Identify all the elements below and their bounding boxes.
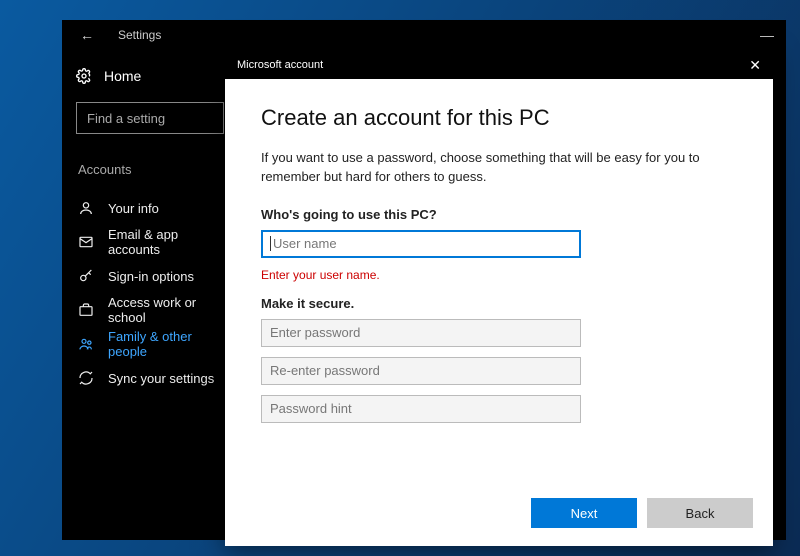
settings-sidebar: Home Find a setting Accounts Your info E… [62, 50, 242, 395]
username-error: Enter your user name. [261, 268, 737, 282]
account-dialog: Microsoft account ✕ Create an account fo… [225, 51, 773, 546]
briefcase-icon [78, 302, 94, 318]
home-label: Home [104, 68, 141, 84]
password-field[interactable]: Enter password [261, 319, 581, 347]
dialog-body: Create an account for this PC If you wan… [225, 79, 773, 498]
sidebar-item-sync[interactable]: Sync your settings [76, 361, 228, 395]
settings-title: Settings [118, 28, 161, 42]
next-button[interactable]: Next [531, 498, 637, 528]
dialog-title: Microsoft account [237, 59, 323, 71]
sidebar-item-label: Sync your settings [108, 371, 214, 386]
sidebar-item-email[interactable]: Email & app accounts [76, 225, 228, 259]
reenter-placeholder: Re-enter password [270, 363, 380, 378]
sidebar-item-family[interactable]: Family & other people [76, 327, 228, 361]
sidebar-item-label: Your info [108, 201, 159, 216]
dialog-titlebar: Microsoft account ✕ [225, 51, 773, 79]
key-icon [78, 268, 94, 284]
dialog-intro: If you want to use a password, choose so… [261, 149, 737, 187]
sidebar-item-signin[interactable]: Sign-in options [76, 259, 228, 293]
sidebar-home[interactable]: Home [76, 68, 228, 84]
reenter-password-field[interactable]: Re-enter password [261, 357, 581, 385]
minimize-icon[interactable]: — [760, 27, 774, 43]
close-icon[interactable]: ✕ [749, 57, 761, 74]
search-placeholder: Find a setting [87, 111, 165, 126]
sidebar-section-title: Accounts [78, 162, 228, 177]
sidebar-item-label: Access work or school [108, 295, 228, 325]
username-label: Who's going to use this PC? [261, 207, 737, 222]
back-arrow-icon[interactable]: ← [80, 27, 94, 43]
password-hint-field[interactable]: Password hint [261, 395, 581, 423]
sidebar-item-your-info[interactable]: Your info [76, 191, 228, 225]
dialog-footer: Next Back [225, 498, 773, 546]
people-icon [78, 336, 94, 352]
password-placeholder: Enter password [270, 325, 360, 340]
sidebar-item-label: Family & other people [108, 329, 228, 359]
back-button[interactable]: Back [647, 498, 753, 528]
sidebar-item-label: Sign-in options [108, 269, 194, 284]
hint-placeholder: Password hint [270, 401, 352, 416]
username-field[interactable]: User name [261, 230, 581, 258]
sidebar-item-label: Email & app accounts [108, 227, 228, 257]
settings-titlebar: ← Settings — [62, 20, 786, 50]
person-icon [78, 200, 94, 216]
mail-icon [78, 234, 94, 250]
username-placeholder: User name [273, 236, 337, 251]
gear-icon [76, 68, 92, 84]
search-input[interactable]: Find a setting [76, 102, 224, 134]
sync-icon [78, 370, 94, 386]
sidebar-item-work[interactable]: Access work or school [76, 293, 228, 327]
dialog-heading: Create an account for this PC [261, 105, 737, 131]
password-label: Make it secure. [261, 296, 737, 311]
